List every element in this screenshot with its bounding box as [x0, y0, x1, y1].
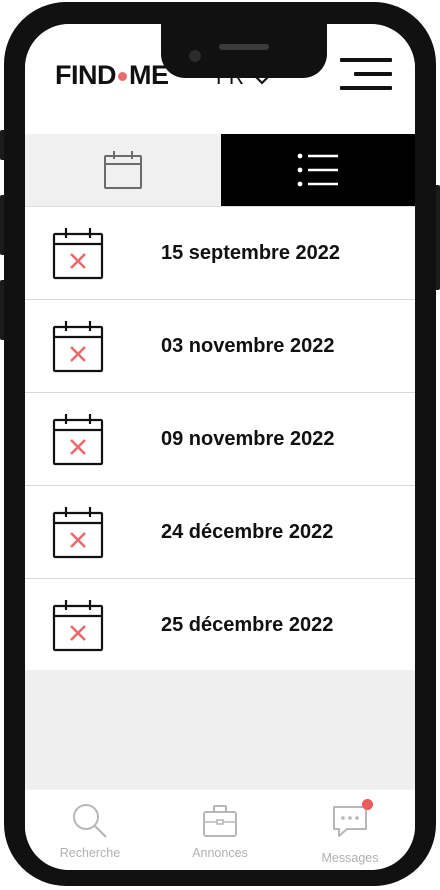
nav-annonces[interactable]: Annonces	[155, 790, 285, 870]
list-item[interactable]: 25 décembre 2022	[25, 579, 415, 672]
logo-find: FIND	[55, 60, 117, 90]
list-icon	[297, 153, 338, 187]
hamburger-menu-icon[interactable]	[340, 56, 392, 94]
list-item[interactable]: 09 novembre 2022	[25, 393, 415, 486]
empty-list-area	[25, 670, 415, 790]
nav-messages-label: Messages	[321, 851, 379, 865]
calendar-x-icon	[50, 411, 106, 467]
unavailable-dates-list: 15 septembre 2022 03 novembre 2022 09 no…	[25, 207, 415, 672]
front-camera	[189, 50, 201, 62]
date-label: 15 septembre 2022	[161, 241, 341, 264]
calendar-x-icon	[50, 225, 106, 281]
date-label: 03 novembre 2022	[161, 334, 335, 357]
calendar-icon	[104, 151, 142, 189]
logo[interactable]: FIND ME	[55, 60, 169, 91]
nav-recherche[interactable]: Recherche	[25, 790, 155, 870]
tab-list[interactable]	[221, 134, 415, 206]
logo-dot	[118, 71, 127, 81]
screen: FINDME FR	[25, 24, 415, 870]
notch	[161, 24, 327, 78]
list-item[interactable]: 24 décembre 2022	[25, 486, 415, 579]
notification-badge	[362, 799, 373, 810]
nav-annonces-label: Annonces	[192, 846, 248, 860]
calendar-x-icon	[50, 318, 106, 374]
nav-messages[interactable]: Messages	[285, 790, 415, 870]
nav-recherche-label: Recherche	[59, 846, 121, 860]
view-tabs	[25, 134, 415, 207]
date-label: 09 novembre 2022	[161, 427, 335, 450]
date-label: 25 décembre 2022	[161, 613, 334, 636]
calendar-x-icon	[50, 504, 106, 560]
speaker	[219, 44, 269, 50]
bottom-nav: Recherche Annonces Messages	[25, 790, 415, 870]
tab-calendar[interactable]	[25, 134, 221, 206]
date-label: 24 décembre 2022	[161, 520, 334, 543]
calendar-x-icon	[50, 597, 106, 653]
search-icon	[73, 804, 107, 838]
phone-frame: FINDME FR	[4, 2, 436, 886]
list-item[interactable]: 15 septembre 2022	[25, 207, 415, 300]
briefcase-icon	[203, 805, 237, 837]
list-item[interactable]: 03 novembre 2022	[25, 300, 415, 393]
